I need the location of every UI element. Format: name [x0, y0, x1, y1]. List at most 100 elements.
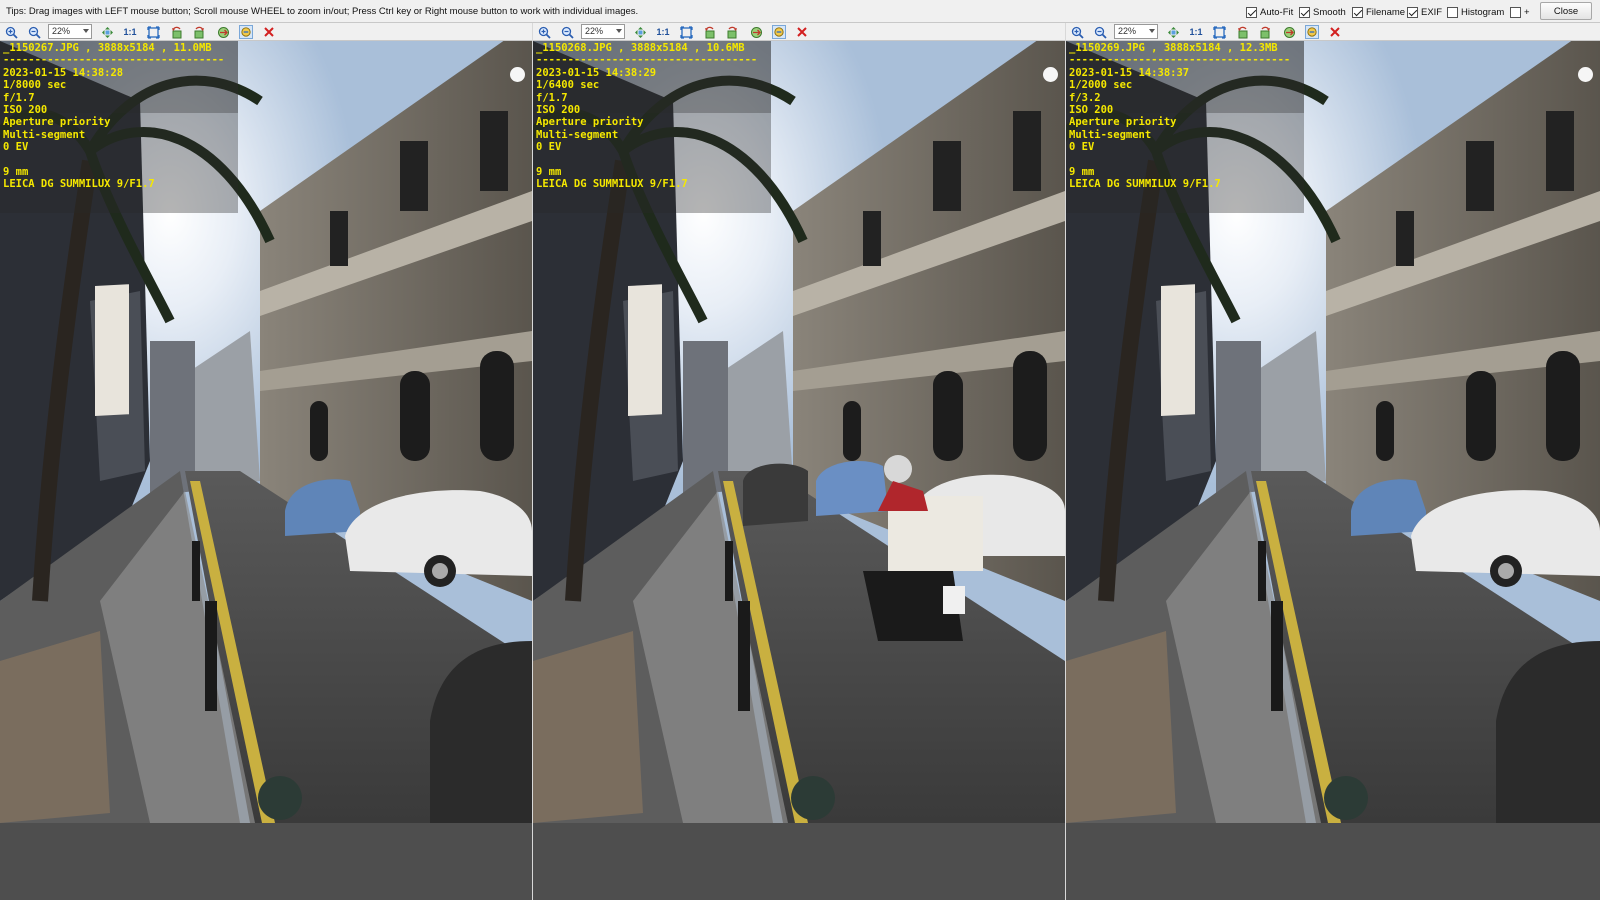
- pan-indicator[interactable]: [1578, 67, 1593, 82]
- panel-toolbar: 22% 1:1: [0, 23, 532, 41]
- image-panel-2[interactable]: 22% 1:1 _1150268.JPG , 3888x5184 , 10.6M…: [533, 23, 1065, 900]
- actual-size-icon[interactable]: 1:1: [656, 25, 670, 39]
- flip-icon[interactable]: [749, 25, 763, 39]
- zoom-in-icon[interactable]: [537, 25, 551, 39]
- exif-shutter: 1/2000 sec: [1069, 79, 1133, 92]
- sync-icon[interactable]: [772, 25, 786, 39]
- chevron-down-icon: [1149, 29, 1155, 33]
- exif-label: EXIF: [1421, 6, 1443, 18]
- exif-option[interactable]: EXIF: [1407, 5, 1442, 19]
- exif-iso: ISO 200: [3, 104, 48, 117]
- exif-metering: Multi-segment: [1069, 128, 1152, 141]
- zoom-select[interactable]: 22%: [581, 24, 625, 39]
- panel-toolbar: 22% 1:1: [533, 23, 1065, 41]
- image-compare-window: Tips: Drag images with LEFT mouse button…: [0, 0, 1600, 900]
- exif-mode: Aperture priority: [1069, 116, 1177, 129]
- histogram-option[interactable]: Histogram: [1447, 5, 1504, 19]
- fit-icon[interactable]: [100, 25, 114, 39]
- zoom-select[interactable]: 22%: [48, 24, 92, 39]
- exif-focal: 9 mm: [1069, 166, 1095, 179]
- exif-mode: Aperture priority: [3, 116, 111, 129]
- exif-ev: 0 EV: [1069, 141, 1095, 154]
- zoom-out-icon[interactable]: [560, 25, 574, 39]
- zoom-out-icon[interactable]: [27, 25, 41, 39]
- exif-lens: LEICA DG SUMMILUX 9/F1.7: [3, 178, 155, 191]
- zoom-value: 22%: [1118, 26, 1137, 36]
- exif-shutter: 1/8000 sec: [3, 79, 67, 92]
- pan-indicator[interactable]: [1043, 67, 1058, 82]
- zoom-select[interactable]: 22%: [1114, 24, 1158, 39]
- panel-divider[interactable]: [1065, 23, 1066, 900]
- exif-aperture: f/3.2: [1069, 91, 1101, 104]
- panel-toolbar: 22% 1:1: [1066, 23, 1600, 41]
- close-button[interactable]: Close: [1540, 2, 1592, 20]
- panel-divider[interactable]: [532, 23, 533, 900]
- image-panel-3[interactable]: 22% 1:1 _1150269.JPG , 3888x5184 , 12.3M…: [1066, 23, 1600, 900]
- autofit-label: Auto-Fit: [1260, 6, 1294, 18]
- exif-aperture: f/1.7: [536, 91, 568, 104]
- flip-icon[interactable]: [216, 25, 230, 39]
- fullscreen-icon[interactable]: [1212, 25, 1226, 39]
- rotate-left-icon[interactable]: [702, 25, 716, 39]
- remove-icon[interactable]: [1328, 25, 1342, 39]
- exif-datetime: 2023-01-15 14:38:37: [1069, 66, 1190, 79]
- image-panel-1[interactable]: 22% 1:1 _1150267.JPG , 3888x5184 , 11.0M…: [0, 23, 532, 900]
- fit-icon[interactable]: [1166, 25, 1180, 39]
- fullscreen-icon[interactable]: [146, 25, 160, 39]
- exif-separator: -----------------------------------: [1069, 54, 1291, 67]
- file-info: _1150267.JPG , 3888x5184 , 11.0MB: [3, 42, 212, 54]
- exif-ev: 0 EV: [3, 141, 29, 154]
- exif-separator: -----------------------------------: [3, 54, 225, 67]
- remove-icon[interactable]: [262, 25, 276, 39]
- exif-overlay: _1150267.JPG , 3888x5184 , 11.0MB ------…: [3, 42, 224, 191]
- smooth-checkbox[interactable]: [1299, 6, 1310, 18]
- remove-icon[interactable]: [795, 25, 809, 39]
- actual-size-icon[interactable]: 1:1: [1189, 25, 1203, 39]
- zoom-value: 22%: [52, 26, 71, 36]
- tips-text: Tips: Drag images with LEFT mouse button…: [6, 6, 639, 17]
- histogram-checkbox[interactable]: [1447, 6, 1458, 18]
- exif-separator: -----------------------------------: [536, 54, 758, 67]
- exif-datetime: 2023-01-15 14:38:28: [3, 66, 124, 79]
- pan-indicator[interactable]: [510, 67, 525, 82]
- exif-shutter: 1/6400 sec: [536, 79, 600, 92]
- file-info: _1150268.JPG , 3888x5184 , 10.6MB: [536, 42, 745, 54]
- filename-option[interactable]: Filename: [1352, 5, 1405, 19]
- zoom-in-icon[interactable]: [1070, 25, 1084, 39]
- flip-icon[interactable]: [1282, 25, 1296, 39]
- sync-icon[interactable]: [1305, 25, 1319, 39]
- exif-datetime: 2023-01-15 14:38:29: [536, 66, 657, 79]
- plus-checkbox[interactable]: [1510, 6, 1521, 18]
- sync-icon[interactable]: [239, 25, 253, 39]
- options-bar: Tips: Drag images with LEFT mouse button…: [0, 0, 1600, 23]
- rotate-left-icon[interactable]: [169, 25, 183, 39]
- actual-size-icon[interactable]: 1:1: [123, 25, 137, 39]
- filename-label: Filename: [1366, 6, 1406, 18]
- rotate-right-icon[interactable]: [192, 25, 206, 39]
- plus-option[interactable]: +: [1510, 5, 1530, 19]
- autofit-checkbox[interactable]: [1246, 6, 1257, 18]
- exif-checkbox[interactable]: [1407, 6, 1418, 18]
- zoom-out-icon[interactable]: [1093, 25, 1107, 39]
- exif-metering: Multi-segment: [3, 128, 86, 141]
- exif-ev: 0 EV: [536, 141, 562, 154]
- rotate-right-icon[interactable]: [1258, 25, 1272, 39]
- exif-focal: 9 mm: [536, 166, 562, 179]
- exif-overlay: _1150268.JPG , 3888x5184 , 10.6MB ------…: [536, 42, 757, 191]
- autofit-option[interactable]: Auto-Fit: [1246, 5, 1293, 19]
- smooth-label: Smooth: [1313, 6, 1346, 18]
- empty-canvas-area: [1066, 823, 1600, 900]
- rotate-right-icon[interactable]: [725, 25, 739, 39]
- smooth-option[interactable]: Smooth: [1299, 5, 1346, 19]
- exif-lens: LEICA DG SUMMILUX 9/F1.7: [1069, 178, 1221, 191]
- chevron-down-icon: [83, 29, 89, 33]
- rotate-left-icon[interactable]: [1235, 25, 1249, 39]
- exif-mode: Aperture priority: [536, 116, 644, 129]
- fullscreen-icon[interactable]: [679, 25, 693, 39]
- exif-focal: 9 mm: [3, 166, 29, 179]
- fit-icon[interactable]: [633, 25, 647, 39]
- exif-iso: ISO 200: [1069, 104, 1114, 117]
- filename-checkbox[interactable]: [1352, 6, 1363, 18]
- zoom-in-icon[interactable]: [4, 25, 18, 39]
- exif-overlay: _1150269.JPG , 3888x5184 , 12.3MB ------…: [1069, 42, 1290, 191]
